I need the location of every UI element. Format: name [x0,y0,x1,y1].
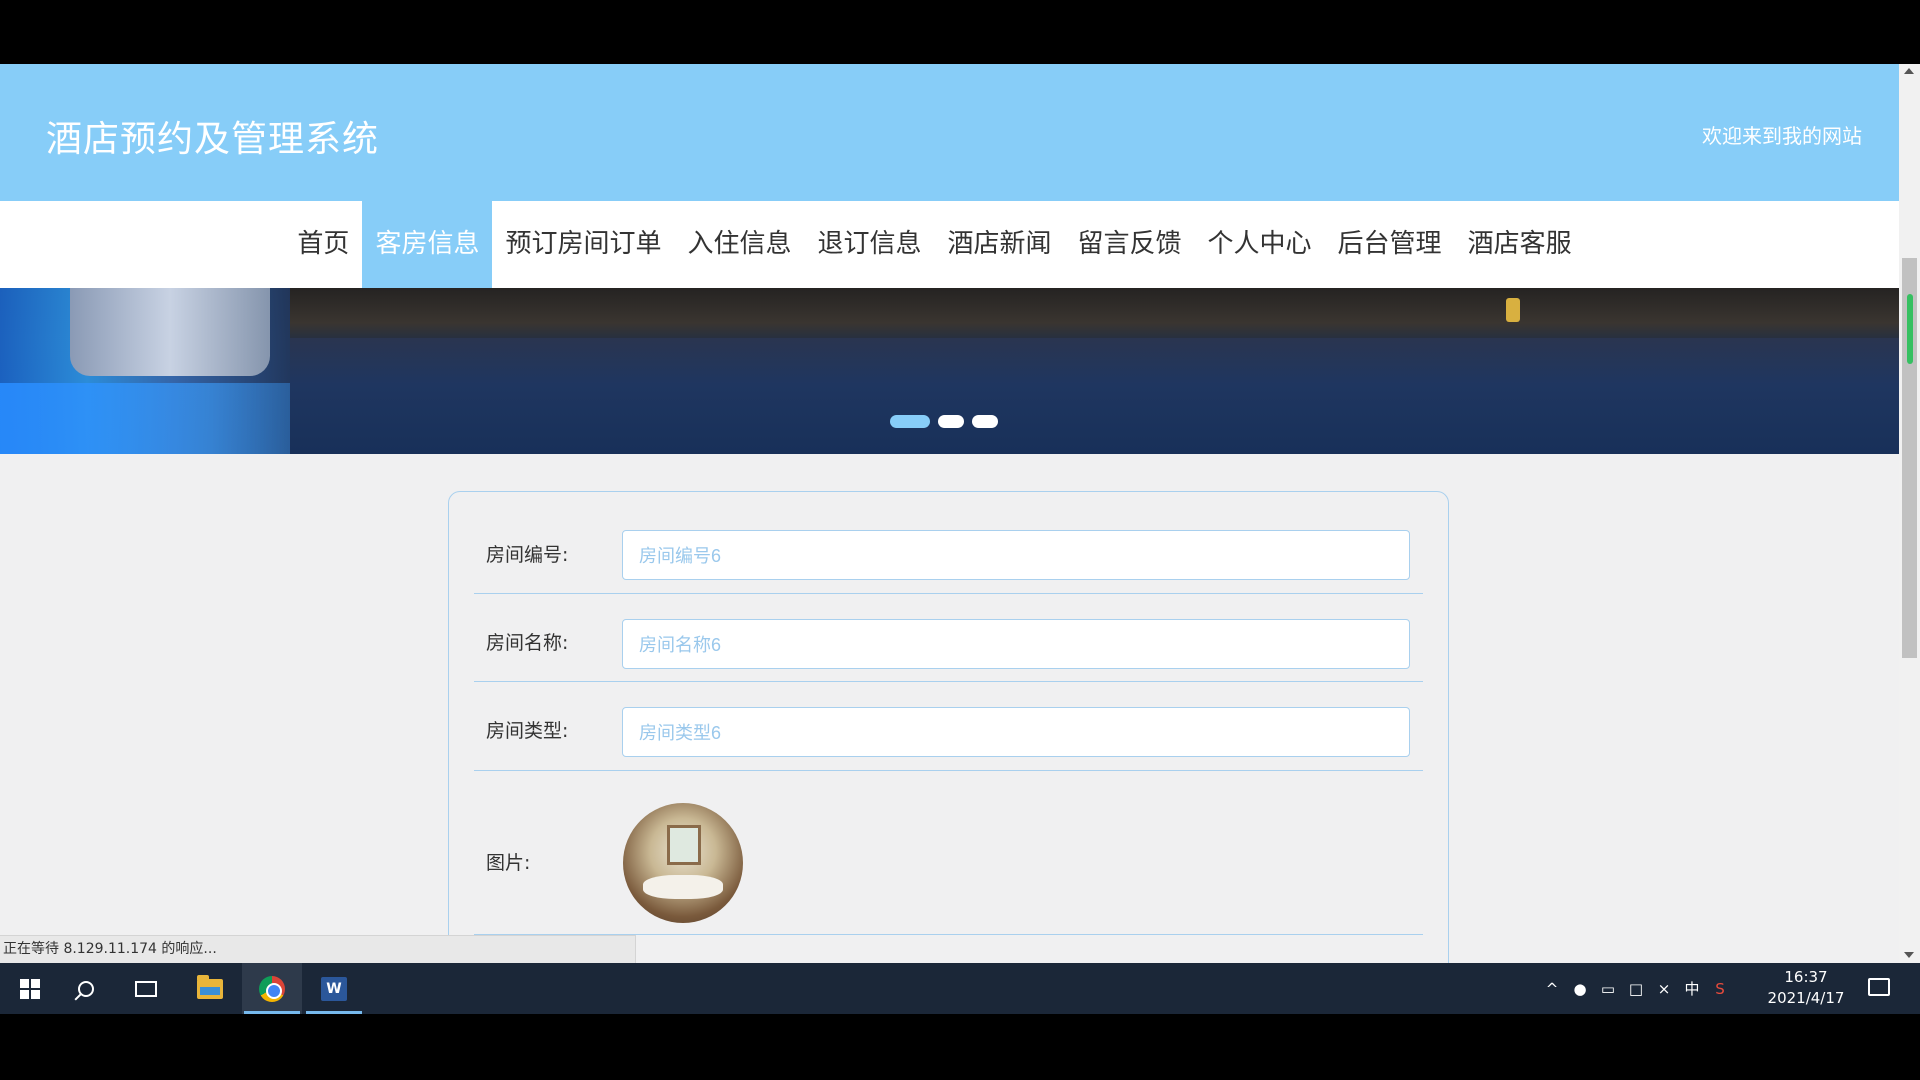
nav-item-cancel-info[interactable]: 退订信息 [804,201,934,288]
search-icon[interactable] [56,963,116,1014]
form-row-room-type: 房间类型: [474,682,1423,771]
main-nav: 首页 客房信息 预订房间订单 入住信息 退订信息 酒店新闻 留言反馈 个人中心 … [0,201,1899,288]
room-image-table [643,875,723,899]
windows-start-icon[interactable] [0,963,60,1014]
form-row-image: 图片: [474,771,1423,935]
site-header: 酒店预约及管理系统 欢迎来到我的网站 [0,64,1899,201]
carousel-banner [0,288,1899,454]
room-detail-form: 房间编号: 房间名称: 房间类型: 图片: [448,491,1449,963]
windows-taskbar: W ^ ● ▭ □ × 中 S 16:37 2021/4/17 [0,963,1920,1014]
browser-status-bar: 正在等待 8.129.11.174 的响应... [0,935,636,963]
room-name-label: 房间名称: [486,632,569,654]
task-view-icon[interactable] [116,963,176,1014]
room-type-input[interactable] [622,707,1410,757]
form-row-room-name: 房间名称: [474,594,1423,682]
image-label: 图片: [486,852,531,874]
clock-date: 2021/4/17 [1767,989,1845,1007]
extension-indicator-icon [1907,294,1913,364]
ime-indicator[interactable]: 中 [1678,978,1706,999]
screen: 酒店预约及管理系统 欢迎来到我的网站 首页 客房信息 预订房间订单 入住信息 退… [0,0,1920,1080]
room-number-input[interactable] [622,530,1410,580]
carousel-indicators [886,411,1002,431]
qq-icon[interactable]: ● [1566,980,1594,998]
carousel-dot-3[interactable] [972,414,998,428]
browser-viewport: 酒店预约及管理系统 欢迎来到我的网站 首页 客房信息 预订房间订单 入住信息 退… [0,64,1920,963]
banner-buoy [1506,298,1520,322]
clock[interactable]: 16:37 2021/4/17 [1760,967,1852,1009]
chrome-icon[interactable] [242,963,302,1014]
web-page: 酒店预约及管理系统 欢迎来到我的网站 首页 客房信息 预订房间订单 入住信息 退… [0,64,1899,963]
system-tray: ^ ● ▭ □ × 中 S [1538,963,1734,1014]
network-icon[interactable]: □ [1622,980,1650,998]
nav-item-room-info[interactable]: 客房信息 [362,201,493,288]
nav-item-booking-orders[interactable]: 预订房间订单 [492,201,674,288]
room-image-window [667,825,701,865]
clock-time: 16:37 [1784,968,1828,986]
form-row-room-number: 房间编号: [474,492,1423,594]
banner-water [290,338,1899,454]
notification-icon[interactable] [1868,978,1890,996]
site-title: 酒店预约及管理系统 [46,119,380,160]
nav-item-checkin-info[interactable]: 入住信息 [674,201,804,288]
sogou-icon[interactable]: S [1706,980,1734,998]
scroll-down-arrow-icon[interactable] [1904,952,1914,958]
nav-item-home[interactable]: 首页 [284,201,362,288]
vertical-scrollbar[interactable] [1899,64,1920,963]
banner-pillar [70,288,270,376]
room-name-input[interactable] [622,619,1410,669]
scroll-up-arrow-icon[interactable] [1904,68,1914,74]
volume-muted-icon[interactable]: × [1650,980,1678,998]
carousel-dot-2[interactable] [938,414,964,428]
welcome-text: 欢迎来到我的网站 [1702,124,1862,148]
nav-item-customer-service[interactable]: 酒店客服 [1455,201,1585,288]
word-icon[interactable]: W [304,963,364,1014]
nav-item-user-center[interactable]: 个人中心 [1195,201,1325,288]
chevron-up-icon[interactable]: ^ [1538,980,1566,998]
room-image [623,803,743,923]
carousel-dot-1[interactable] [890,414,930,428]
banner-horizon [290,288,1899,338]
room-number-label: 房间编号: [486,544,569,566]
nav-item-hotel-news[interactable]: 酒店新闻 [935,201,1065,288]
file-explorer-icon[interactable] [180,963,240,1014]
battery-icon[interactable]: ▭ [1594,980,1622,998]
room-type-label: 房间类型: [486,720,569,742]
nav-item-feedback[interactable]: 留言反馈 [1065,201,1195,288]
nav-item-admin[interactable]: 后台管理 [1325,201,1455,288]
